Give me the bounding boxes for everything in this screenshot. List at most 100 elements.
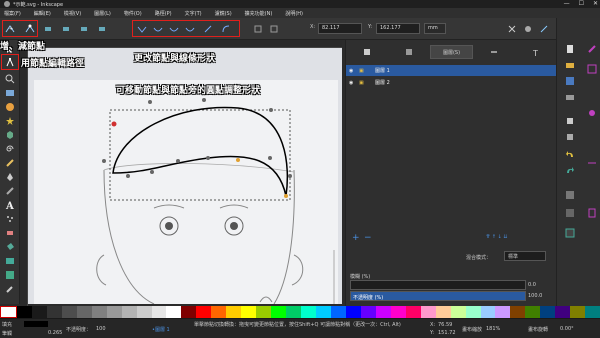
close-button[interactable]: ✕ [593, 0, 598, 7]
calligraphy-tool-icon[interactable] [5, 186, 15, 196]
zoom-tool-icon[interactable] [5, 74, 15, 84]
import-icon[interactable] [565, 116, 575, 126]
opacity-status-value[interactable]: 100 [96, 326, 106, 332]
pencil-tool-icon[interactable] [5, 158, 15, 168]
object-to-path-button[interactable] [252, 23, 264, 35]
spiral-tool-icon[interactable] [5, 144, 15, 154]
opacity-value[interactable]: 100.0 [528, 293, 542, 299]
blend-label: 混合模式： [466, 255, 492, 261]
bucket-tool-icon[interactable] [5, 242, 15, 252]
menu-file[interactable]: 檔案(F) [4, 10, 21, 17]
print-icon[interactable] [565, 92, 575, 102]
horizontal-ruler[interactable] [20, 40, 342, 48]
show-handles-icon[interactable] [522, 23, 534, 35]
rectangle-tool-icon[interactable] [5, 88, 15, 98]
snap-toggle-icon[interactable] [587, 44, 597, 54]
auto-smooth-node-button[interactable] [184, 23, 196, 35]
dropper-tool-icon[interactable] [5, 284, 15, 294]
cusp-node-button[interactable] [136, 23, 148, 35]
save-icon[interactable] [565, 76, 575, 86]
text-tool-icon[interactable]: A [5, 200, 15, 212]
blur-label: 模糊 (%) [350, 274, 371, 280]
layer-order-icons[interactable]: ⇈ ↑ ↓ ⇊ [486, 234, 508, 240]
color-palette[interactable] [0, 306, 600, 318]
menu-help[interactable]: 說明(H) [285, 10, 303, 17]
layer-row[interactable]: ◉ ▣ 圖層 2 [346, 77, 557, 88]
menu-layer[interactable]: 圖層(L) [94, 10, 111, 17]
rotate-value[interactable]: 0.00° [560, 326, 574, 332]
layer-row[interactable]: ◉ ▣ 圖層 1 [346, 65, 557, 76]
menu-extensions[interactable]: 擴充功能(N) [245, 10, 273, 17]
new-document-icon[interactable] [565, 44, 575, 54]
svg-text:+: + [9, 26, 13, 32]
current-layer-select[interactable]: •圖層 1 [152, 326, 170, 333]
eraser-tool-icon[interactable] [5, 228, 15, 238]
lock-icon[interactable]: ▣ [359, 68, 369, 74]
zoom-value[interactable]: 181% [486, 326, 500, 332]
group-icon[interactable] [565, 228, 575, 238]
add-layer-button[interactable]: + [352, 233, 360, 243]
palette-none-swatch[interactable] [0, 306, 17, 318]
lock-icon[interactable]: ▣ [359, 80, 369, 86]
join-nodes-button[interactable] [42, 23, 54, 35]
unit-select[interactable]: mm [424, 23, 446, 34]
drawing-canvas[interactable]: 可移動節點與節點旁的圓點調整形狀 [28, 48, 342, 304]
tab-align[interactable] [473, 45, 515, 59]
node-tool-icon[interactable] [5, 57, 15, 67]
zoom-fit-icon[interactable] [565, 190, 575, 200]
symmetric-node-button[interactable] [168, 23, 180, 35]
undo-icon[interactable] [565, 150, 575, 160]
duplicate-icon[interactable] [565, 208, 575, 218]
maximize-button[interactable]: ☐ [579, 0, 584, 7]
snap-guide-icon[interactable] [587, 158, 597, 168]
menu-view[interactable]: 檢視(V) [64, 10, 81, 17]
tab-text[interactable]: T [515, 45, 557, 59]
stroke-to-path-button[interactable] [268, 23, 280, 35]
menu-filters[interactable]: 濾鏡(S) [215, 10, 232, 17]
segment-line-button[interactable] [202, 23, 214, 35]
snap-nodes-icon[interactable] [587, 108, 597, 118]
tab-xml-editor[interactable] [388, 45, 430, 59]
y-coord-input[interactable]: 162.177 [376, 23, 420, 34]
menu-object[interactable]: 物件(O) [124, 10, 142, 17]
menu-path[interactable]: 路徑(P) [155, 10, 172, 17]
smooth-node-button[interactable] [152, 23, 164, 35]
delete-segment-button[interactable] [96, 23, 108, 35]
blur-value[interactable]: 0.0 [528, 282, 536, 288]
x-coord-input[interactable]: 82.117 [318, 23, 362, 34]
pen-tool-icon[interactable] [5, 172, 15, 182]
redo-icon[interactable] [565, 166, 575, 176]
join-segment-button[interactable] [78, 23, 90, 35]
3dbox-tool-icon[interactable] [5, 130, 15, 140]
snap-bbox-icon[interactable] [587, 64, 597, 74]
export-icon[interactable] [565, 132, 575, 142]
star-tool-icon[interactable] [5, 116, 15, 126]
opacity-status-label: 不透明度： [66, 327, 92, 333]
eye-icon[interactable]: ◉ [349, 80, 359, 86]
segment-curve-button[interactable] [220, 23, 232, 35]
blend-select[interactable]: 標準 [504, 251, 546, 261]
insert-node-button[interactable]: + [4, 23, 16, 35]
ellipse-tool-icon[interactable] [5, 102, 15, 112]
remove-layer-button[interactable]: − [364, 233, 372, 243]
show-transform-handles-icon[interactable] [506, 23, 518, 35]
snap-page-icon[interactable] [587, 208, 597, 218]
vertical-ruler[interactable] [20, 48, 28, 306]
spray-tool-icon[interactable] [5, 214, 15, 224]
stroke-width-value[interactable]: 0.265 [48, 330, 62, 336]
eye-icon[interactable]: ◉ [349, 68, 359, 74]
menu-text[interactable]: 文字(T) [185, 10, 202, 17]
show-outline-icon[interactable] [538, 23, 550, 35]
tab-layers[interactable]: 圖層(S) [429, 45, 474, 59]
delete-node-button[interactable] [24, 23, 36, 35]
gradient-tool-icon[interactable] [5, 256, 15, 266]
mesh-tool-icon[interactable] [5, 270, 15, 280]
opacity-slider[interactable]: 不透明度 (%) [350, 291, 526, 301]
break-path-button[interactable] [60, 23, 72, 35]
open-icon[interactable] [565, 60, 575, 70]
tab-fill-stroke[interactable] [346, 45, 388, 59]
menu-edit[interactable]: 編輯(E) [34, 10, 51, 17]
blur-slider[interactable] [350, 280, 526, 290]
fill-indicator[interactable] [24, 321, 48, 327]
minimize-button[interactable]: — [564, 0, 570, 7]
